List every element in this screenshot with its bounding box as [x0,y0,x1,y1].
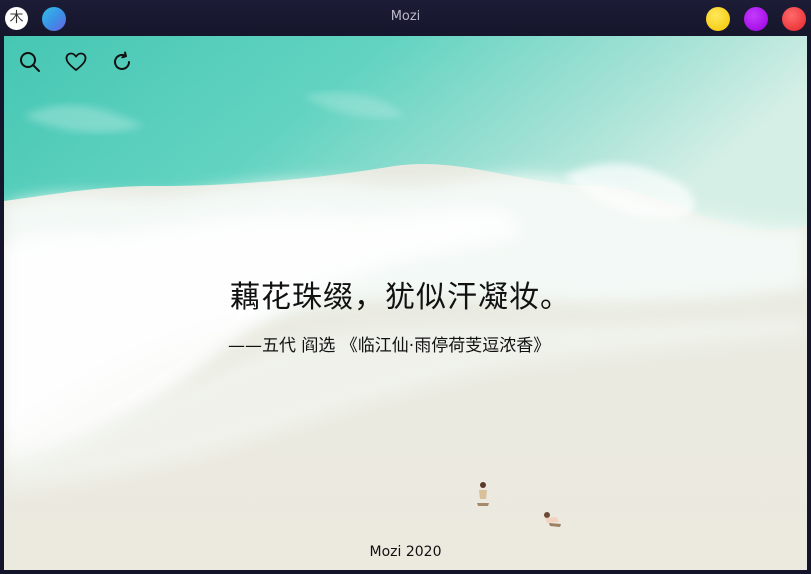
heart-icon[interactable] [64,50,88,74]
beach-person-figure [477,482,489,506]
window-title: Mozi [390,9,421,24]
title-bar: 木 Mozi [0,0,811,36]
poem-source: ——五代 阎选 《临江仙·雨停荷芰逗浓香》 [228,336,551,356]
maximize-button[interactable] [744,7,768,31]
minimize-button[interactable] [706,7,730,31]
search-icon[interactable] [18,50,42,74]
poem-line: 藕花珠缀，犹似汗凝妆。 [230,280,571,315]
footer-text: Mozi 2020 [369,544,442,560]
beach-person-figure [544,512,561,527]
refresh-icon[interactable] [110,50,134,74]
wallpaper-view: 藕花珠缀，犹似汗凝妆。 ——五代 阎选 《临江仙·雨停荷芰逗浓香》 Mozi 2… [4,36,807,570]
close-button[interactable] [782,7,806,31]
